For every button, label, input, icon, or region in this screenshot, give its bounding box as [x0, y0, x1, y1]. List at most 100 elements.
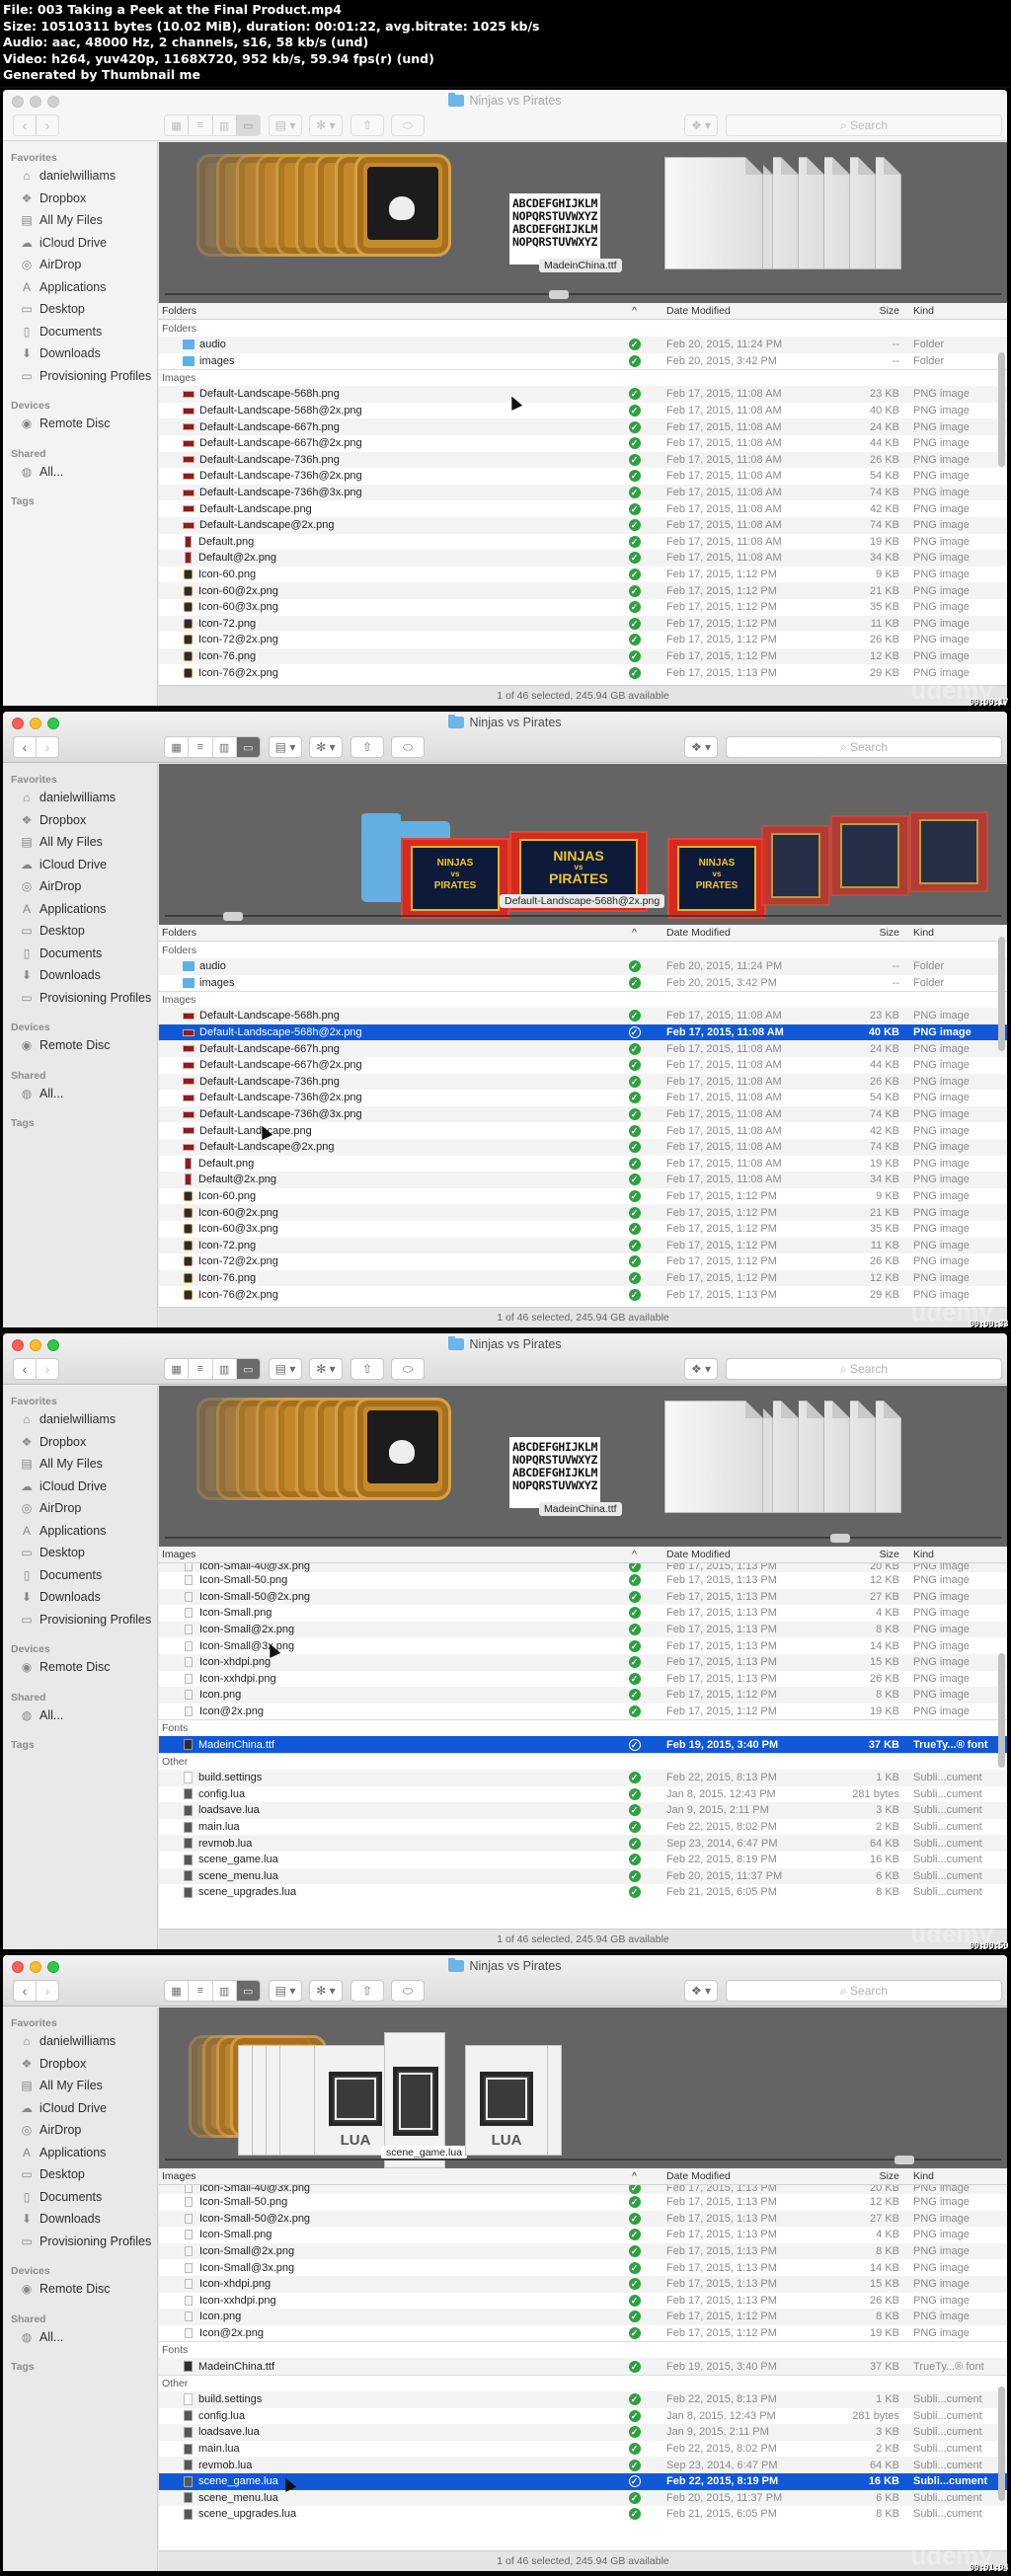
list-scrollbar[interactable] — [998, 352, 1005, 468]
search-field[interactable]: ⌕ Search — [726, 1358, 1002, 1380]
cover-flow-view-button[interactable]: ▭ — [235, 737, 260, 757]
cover-flow[interactable]: ABCDEFGHIJKLM NOPQRSTUVWXYZ ABCDEFGHIJKLM N… — [159, 1386, 1007, 1547]
file-row[interactable]: Icon-72.png ✓ Feb 17, 2015, 1:12 PM 11 KB PN… — [159, 1237, 1007, 1254]
search-field[interactable]: ⌕ Search — [726, 1980, 1002, 2002]
file-row[interactable]: Icon-Small-50@2x.png ✓ Feb 17, 2015, 1:13 … — [159, 1588, 1007, 1606]
column-view-button[interactable]: ▥ — [211, 737, 236, 757]
tag-button[interactable]: ⬭ — [391, 1358, 425, 1380]
file-row[interactable]: config.lua ✓ Jan 8, 2015, 12:43 PM 281 byte… — [159, 2407, 1007, 2425]
column-kind[interactable]: Kind — [901, 927, 1007, 939]
file-row[interactable]: Icon-Small@2x.png ✓ Feb 17, 2015, 1:13 PM 8… — [159, 1621, 1007, 1638]
sidebar-item-downloads[interactable]: ⬇ Downloads — [3, 342, 157, 365]
file-row[interactable]: Default-Landscape-736h@2x.png ✓ Feb 17, 20… — [159, 468, 1007, 485]
file-row[interactable]: Icon@2x.png ✓ Feb 17, 2015, 1:12 PM 19 KB PN… — [159, 1703, 1007, 1720]
file-row[interactable]: MadeinChina.ttf ✓ Feb 19, 2015, 3:40 PM 37 … — [159, 2358, 1007, 2375]
sidebar-item-icloud-drive[interactable]: ☁ iCloud Drive — [3, 1476, 157, 1498]
header-group-label[interactable]: Images — [159, 1549, 609, 1560]
file-row[interactable]: Default-Landscape-667h.png ✓ Feb 17, 2015,… — [159, 1040, 1007, 1057]
file-row[interactable]: Default-Landscape-736h.png ✓ Feb 17, 2015,… — [159, 1073, 1007, 1091]
dropbox-button[interactable]: ❖ ▾ — [684, 1358, 718, 1380]
tag-button[interactable]: ⬭ — [391, 736, 425, 758]
cover-flow-view-button[interactable]: ▭ — [235, 1981, 260, 2001]
share-button[interactable]: ⇧ — [350, 1358, 384, 1380]
forward-button[interactable]: › — [36, 115, 58, 135]
sidebar-item-provisioning-profiles[interactable]: ▭ Provisioning Profiles — [3, 987, 157, 1010]
list-view-button[interactable]: ≡ — [188, 1359, 211, 1379]
icon-view-button[interactable]: ▦ — [165, 737, 188, 757]
back-button[interactable]: ‹ — [14, 1359, 36, 1379]
file-row[interactable]: Icon-Small-40@3x.png ✓ Feb 17, 2015, 1:13 … — [159, 2185, 1007, 2194]
file-row[interactable]: Default.png ✓ Feb 17, 2015, 11:08 AM 19 KB P… — [159, 533, 1007, 551]
cover-flow-scroll-knob[interactable] — [894, 2156, 914, 2164]
sidebar-item-desktop[interactable]: ▭ Desktop — [3, 1542, 157, 1564]
file-row[interactable]: Default-Landscape-736h.png ✓ Feb 17, 2015,… — [159, 451, 1007, 469]
column-date-modified[interactable]: Date Modified — [660, 1549, 837, 1560]
file-row[interactable]: Default-Landscape.png ✓ Feb 17, 2015, 11:0… — [159, 500, 1007, 517]
file-row[interactable]: Icon-Small.png ✓ Feb 17, 2015, 1:13 PM 4 KB… — [159, 1605, 1007, 1622]
header-group-label[interactable]: Images — [159, 2170, 609, 2182]
file-row[interactable]: Default-Landscape-667h@2x.png ✓ Feb 17, 20… — [159, 1056, 1007, 1074]
column-date-modified[interactable]: Date Modified — [660, 927, 837, 939]
file-row[interactable]: revmob.lua ✓ Sep 23, 2014, 6:47 PM 64 KB Sub… — [159, 2457, 1007, 2473]
file-row[interactable]: Default@2x.png ✓ Feb 17, 2015, 11:08 AM 34 … — [159, 550, 1007, 567]
file-row[interactable]: Default-Landscape-736h@3x.png ✓ Feb 17, 20… — [159, 1105, 1007, 1123]
file-row[interactable]: Icon-76@2x.png ✓ Feb 17, 2015, 1:13 PM 29 K… — [159, 664, 1007, 681]
cover-flow[interactable]: ABCDEFGHIJKLM NOPQRSTUVWXYZ ABCDEFGHIJKLM N… — [159, 142, 1007, 303]
file-row[interactable]: Icon-76.png ✓ Feb 17, 2015, 1:12 PM 12 KB PN… — [159, 1269, 1007, 1287]
sidebar-item-danielwilliams[interactable]: ⌂ danielwilliams — [3, 1408, 157, 1431]
file-row[interactable]: Default-Landscape@2x.png ✓ Feb 17, 2015, 1… — [159, 1138, 1007, 1156]
file-row[interactable]: Icon-60.png ✓ Feb 17, 2015, 1:12 PM 9 KB PNG… — [159, 1187, 1007, 1205]
sidebar-item-remote-disc[interactable]: ◉ Remote Disc — [3, 413, 157, 435]
action-gear-button[interactable]: ✻ ▾ — [309, 736, 343, 758]
file-row[interactable]: images ✓ Feb 20, 2015, 3:42 PM -- Folder — [159, 352, 1007, 370]
tag-button[interactable]: ⬭ — [391, 114, 425, 136]
arrange-button[interactable]: ▤ ▾ — [269, 1980, 302, 2002]
file-row[interactable]: Default@2x.png ✓ Feb 17, 2015, 11:08 AM 34 … — [159, 1172, 1007, 1188]
cover-flow-scroll-knob[interactable] — [223, 912, 243, 921]
sidebar-item-danielwilliams[interactable]: ⌂ danielwilliams — [3, 165, 157, 188]
file-row[interactable]: Default-Landscape@2x.png ✓ Feb 17, 2015, 1… — [159, 516, 1007, 534]
sidebar-item-remote-disc[interactable]: ◉ Remote Disc — [3, 1656, 157, 1679]
sidebar-item-all[interactable]: ◍ All... — [3, 461, 157, 484]
dropbox-button[interactable]: ❖ ▾ — [684, 736, 718, 758]
back-button[interactable]: ‹ — [14, 1981, 36, 2001]
file-row[interactable]: Icon-60@3x.png ✓ Feb 17, 2015, 1:12 PM 35 K… — [159, 598, 1007, 616]
file-row[interactable]: Default-Landscape-568h@2x.png ✓ Feb 17, 20… — [159, 1023, 1007, 1041]
file-row[interactable]: main.lua ✓ Feb 22, 2015, 8:02 PM 2 KB Subli.… — [159, 1818, 1007, 1836]
forward-button[interactable]: › — [36, 1981, 58, 2001]
sidebar-item-dropbox[interactable]: ❖ Dropbox — [3, 2053, 157, 2076]
file-row[interactable]: Icon-72@2x.png ✓ Feb 17, 2015, 1:12 PM 26 K… — [159, 632, 1007, 648]
file-row[interactable]: build.settings ✓ Feb 22, 2015, 8:13 PM 1 KB… — [159, 2390, 1007, 2408]
file-row[interactable]: Icon.png ✓ Feb 17, 2015, 1:12 PM 8 KB PNG im… — [159, 2309, 1007, 2325]
icon-view-button[interactable]: ▦ — [165, 1359, 188, 1379]
file-row[interactable]: Default-Landscape-568h.png ✓ Feb 17, 2015,… — [159, 386, 1007, 403]
column-kind[interactable]: Kind — [901, 1549, 1007, 1560]
sidebar-item-all[interactable]: ◍ All... — [3, 1705, 157, 1727]
file-row[interactable]: Icon-60@3x.png ✓ Feb 17, 2015, 1:12 PM 35 K… — [159, 1220, 1007, 1238]
cover-flow-scroll-track[interactable] — [165, 293, 1001, 295]
sidebar-item-dropbox[interactable]: ❖ Dropbox — [3, 1431, 157, 1454]
column-date-modified[interactable]: Date Modified — [660, 2170, 837, 2182]
share-button[interactable]: ⇧ — [350, 114, 384, 136]
file-row[interactable]: Icon-Small@3x.png ✓ Feb 17, 2015, 1:13 PM 1… — [159, 2259, 1007, 2276]
arrange-button[interactable]: ▤ ▾ — [269, 114, 302, 136]
file-row[interactable]: Icon-72@2x.png ✓ Feb 17, 2015, 1:12 PM 26 K… — [159, 1253, 1007, 1270]
sidebar-item-all[interactable]: ◍ All... — [3, 2326, 157, 2349]
sidebar-item-icloud-drive[interactable]: ☁ iCloud Drive — [3, 232, 157, 255]
tag-button[interactable]: ⬭ — [391, 1980, 425, 2002]
cover-flow[interactable]: LUA scene_game.lua LUA — [159, 2008, 1007, 2168]
sidebar-item-airdrop[interactable]: ◎ AirDrop — [3, 254, 157, 276]
cover-flow[interactable]: NINJAS vs PIRATES NINJAS vs PIRATES NINJAS vs PI… — [159, 764, 1007, 925]
cover-flow-scroll-knob[interactable] — [549, 290, 569, 299]
sidebar-item-remote-disc[interactable]: ◉ Remote Disc — [3, 1034, 157, 1057]
column-date-modified[interactable]: Date Modified — [660, 305, 837, 317]
sidebar-item-all-my-files[interactable]: ▤ All My Files — [3, 209, 157, 232]
file-row[interactable]: Icon-Small@3x.png ✓ Feb 17, 2015, 1:13 PM 1… — [159, 1637, 1007, 1654]
cover-flow-scroll-knob[interactable] — [830, 1534, 850, 1543]
file-row[interactable]: Icon-xxhdpi.png ✓ Feb 17, 2015, 1:13 PM 26 … — [159, 1670, 1007, 1688]
file-row[interactable]: audio ✓ Feb 20, 2015, 11:24 PM -- Folder — [159, 337, 1007, 353]
column-size[interactable]: Size — [837, 305, 901, 317]
sidebar-item-downloads[interactable]: ⬇ Downloads — [3, 2208, 157, 2231]
file-row[interactable]: Icon-Small@2x.png ✓ Feb 17, 2015, 1:13 PM 8… — [159, 2242, 1007, 2260]
sidebar-item-airdrop[interactable]: ◎ AirDrop — [3, 2119, 157, 2142]
